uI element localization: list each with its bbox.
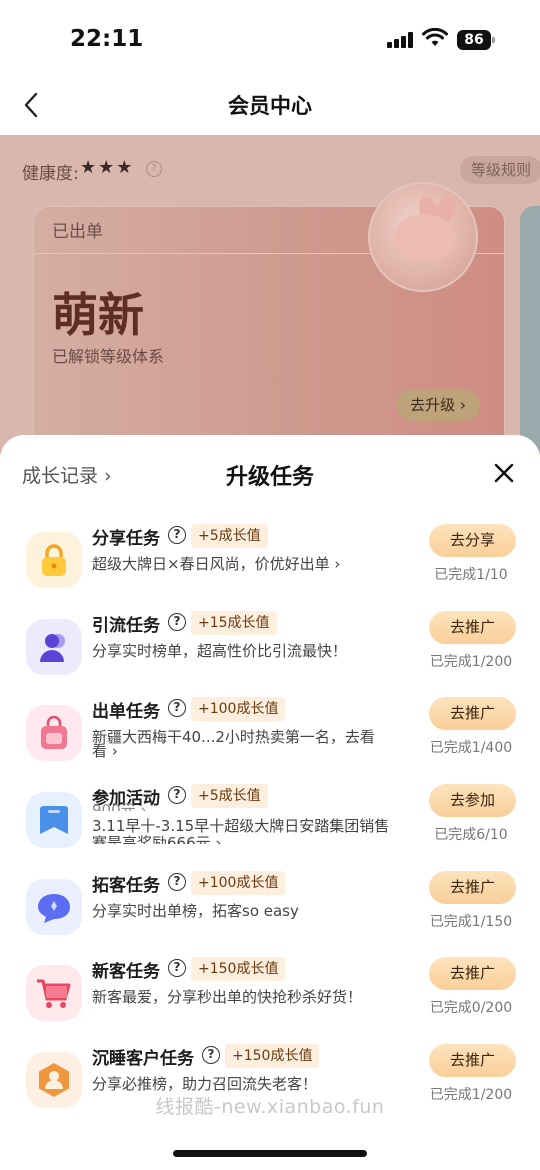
lock-icon [42, 544, 66, 576]
task-row-traffic: 引流任务 ? +15成长值 分享实时榜单，超高性价比引流最快！ 去推广 已完成1… [0, 611, 540, 697]
close-icon[interactable] [490, 459, 518, 487]
task-description[interactable]: 分享实时出单榜，拓客so easy [92, 903, 407, 920]
user-icon [40, 634, 65, 662]
membership-overview: 健康度: ★★★ ? 等级规则 已出单 萌新 已解锁等级体系 去升级 › [0, 135, 540, 455]
task-icon-container [26, 792, 82, 848]
task-row-expand-customers: 拓客任务 ? +100成长值 分享实时出单榜，拓客so easy 去推广 已完成… [0, 871, 540, 957]
task-name: 拓客任务 [92, 876, 160, 896]
nav-bar: 会员中心 [0, 80, 540, 135]
reward-badge: +150成长值 [191, 957, 286, 981]
task-icon-container [26, 532, 82, 588]
task-name: 引流任务 [92, 616, 160, 636]
task-progress: 已完成1/10 [434, 567, 508, 583]
task-action-button[interactable]: 去推广 [429, 1044, 516, 1077]
task-description[interactable]: 分享实时榜单，超高性价比引流最快！ [92, 643, 407, 660]
upgrade-button[interactable]: 去升级 › [396, 389, 480, 421]
home-indicator[interactable] [173, 1150, 367, 1157]
task-name: 分享任务 [92, 529, 160, 549]
task-name: 沉睡客户任务 [92, 1049, 194, 1069]
level-description: 已解锁等级体系 [52, 347, 165, 366]
task-action-button[interactable]: 去推广 [429, 611, 516, 644]
task-row-new-customers: 新客任务 ? +150成长值 新客最爱，分享秒出单的快抢秒杀好货！ 去推广 已完… [0, 957, 540, 1043]
task-row-share: 分享任务 ? +5成长值 超级大牌日×春日风尚，价优好出单 › 去分享 已完成1… [0, 524, 540, 610]
reward-badge: +100成长值 [191, 871, 286, 895]
task-name: 出单任务 [92, 702, 160, 722]
help-icon[interactable]: ? [168, 873, 186, 891]
health-label: 健康度: [22, 164, 79, 184]
sheet-header: 成长记录 › 升级任务 [0, 435, 540, 510]
status-bar: 22:11 86 [0, 0, 540, 80]
reward-badge: +100成长值 [191, 697, 286, 721]
task-icon-container [26, 705, 82, 761]
task-progress: 已完成0/200 [429, 1000, 513, 1016]
task-description[interactable]: 新客最爱，分享秒出单的快抢秒杀好货！ [92, 989, 407, 1006]
help-icon[interactable]: ? [202, 1046, 220, 1064]
wifi-icon [422, 28, 448, 46]
bookmark-card-icon [40, 806, 68, 834]
task-row-order: 出单任务 ? +100成长值 新疆大西梅干40...2小时热卖第一名，去看 看 … [0, 697, 540, 783]
health-stars: ★★★ [80, 157, 135, 178]
cellular-signal-icon [387, 32, 413, 48]
task-name: 新客任务 [92, 962, 160, 982]
reward-badge: +15成长值 [191, 611, 277, 635]
status-time: 22:11 [70, 26, 144, 52]
task-action-button[interactable]: 去推广 [429, 871, 516, 904]
shopping-cart-icon [37, 979, 71, 1008]
task-action-button[interactable]: 去推广 [429, 697, 516, 730]
help-icon[interactable]: ? [168, 959, 186, 977]
page-title: 会员中心 [228, 94, 312, 118]
growth-record-link[interactable]: 成长记录 › [22, 461, 112, 488]
task-icon-container [26, 965, 82, 1021]
reward-badge: +5成长值 [191, 524, 268, 548]
next-level-card-peek[interactable] [520, 206, 540, 451]
level-name: 萌新 [52, 288, 144, 342]
task-progress: 已完成6/10 [434, 827, 508, 843]
shopping-bag-icon [41, 715, 67, 749]
reward-badge: +150成长值 [225, 1044, 320, 1068]
card-tag: 已出单 [52, 222, 103, 242]
help-icon[interactable]: ? [146, 161, 162, 177]
help-icon[interactable]: ? [168, 526, 186, 544]
task-icon-container [26, 619, 82, 675]
task-row-activity: 参加活动 ? +5成长值 900元 › 3.11早十-3.15早十超级大牌日安踏… [0, 784, 540, 870]
task-action-button[interactable]: 去参加 [429, 784, 516, 817]
task-description-line2: 赛是高奖励666元 › [92, 835, 222, 844]
battery-indicator: 86 [457, 30, 495, 50]
task-progress: 已完成1/200 [429, 654, 513, 670]
help-icon[interactable]: ? [168, 613, 186, 631]
task-action-button[interactable]: 去推广 [429, 957, 516, 990]
watermark: 线报酷-new.xianbao.fun [155, 1096, 385, 1118]
task-progress: 已完成1/400 [429, 740, 513, 756]
mascot-rabbit-icon [368, 182, 478, 292]
level-rules-button[interactable]: 等级规则 [460, 156, 540, 184]
chat-bubble-icon [38, 894, 70, 923]
upgrade-tasks-sheet: 成长记录 › 升级任务 分享任务 ? +5成长值 超级大牌日×春日风尚，价优好出… [0, 435, 540, 1170]
task-description[interactable]: 超级大牌日×春日风尚，价优好出单 › [92, 556, 407, 573]
task-icon-container [26, 879, 82, 935]
help-icon[interactable]: ? [168, 699, 186, 717]
task-action-button[interactable]: 去分享 [429, 524, 516, 557]
task-description[interactable]: 3.11早十-3.15早十超级大牌日安踏集团销售 [92, 818, 407, 835]
task-progress: 已完成1/150 [429, 914, 513, 930]
task-description-line2: 看 › [92, 743, 118, 760]
task-description-line0: 900元 › [92, 802, 147, 811]
task-description[interactable]: 分享必推榜，助力召回流失老客！ [92, 1076, 407, 1093]
